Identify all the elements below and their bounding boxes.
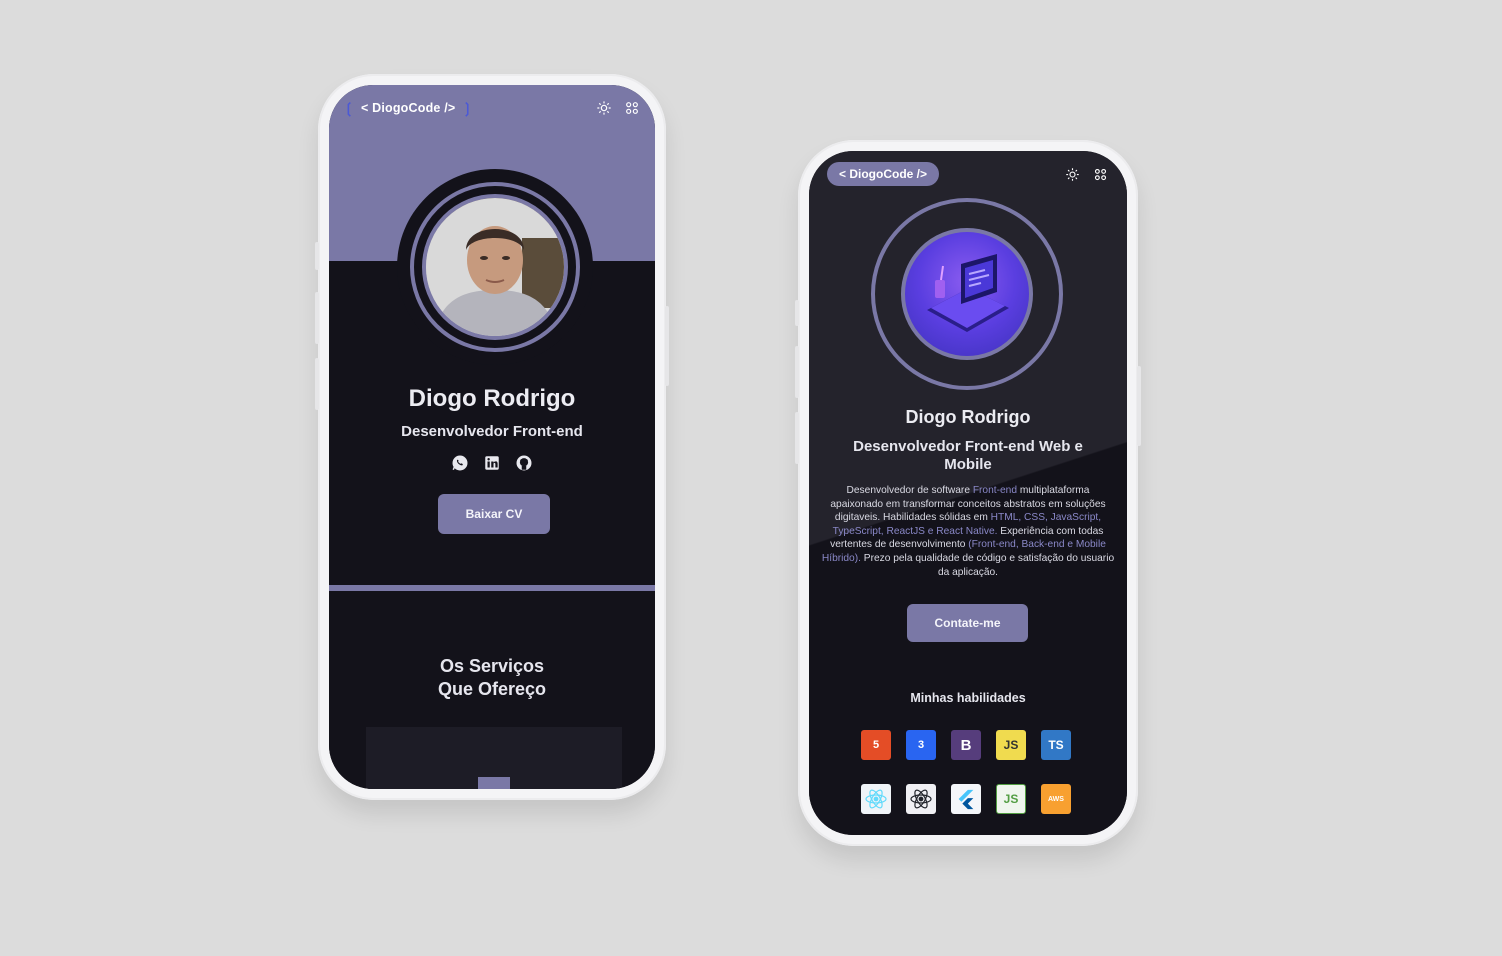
html5-icon: 5	[861, 730, 891, 760]
profile-role-line: Mobile	[944, 456, 992, 473]
flutter-icon	[951, 784, 981, 814]
logo-text: < DiogoCode />	[360, 101, 456, 115]
profile-role: Desenvolvedor Front-end	[401, 423, 583, 440]
sun-icon[interactable]	[595, 99, 613, 117]
whatsapp-icon[interactable]	[451, 454, 469, 472]
avatar	[397, 169, 593, 365]
phone-side-button	[795, 412, 799, 464]
laptop-illustration	[901, 228, 1033, 360]
logo[interactable]: < DiogoCode />	[827, 162, 940, 186]
phone-side-button	[315, 242, 319, 270]
github-icon[interactable]	[515, 454, 533, 472]
header-actions	[1063, 165, 1109, 183]
aws-icon: AWS	[1041, 784, 1071, 814]
services-title-line: Os Serviços	[439, 656, 545, 676]
header-actions	[595, 99, 641, 117]
logo[interactable]: ❲ < DiogoCode /> ❳	[343, 100, 473, 117]
profile-bio: Desenvolvedor de software Front-end mult…	[819, 484, 1117, 579]
nodejs-icon: JS	[996, 784, 1026, 814]
services-title: Os Serviços Que Ofereço	[329, 655, 655, 701]
profile-name: Diogo Rodrigo	[408, 385, 576, 412]
reactjs-icon	[861, 784, 891, 814]
service-card-icon-tab	[478, 777, 510, 789]
download-cv-button[interactable]: Baixar CV	[438, 494, 550, 534]
social-links	[329, 454, 655, 472]
phone-side-button	[1137, 366, 1141, 446]
phone-side-button	[665, 306, 669, 386]
grid-menu-icon[interactable]	[623, 99, 641, 117]
bootstrap-icon: B	[951, 730, 981, 760]
profile-role: Desenvolvedor Front-end Web e Mobile	[809, 438, 1127, 474]
services-title-line: Que Ofereço	[437, 679, 547, 699]
section-divider	[329, 585, 655, 591]
brace-icon: ❲	[343, 99, 355, 116]
bio-highlight: Front-end	[972, 485, 1017, 496]
grid-menu-icon[interactable]	[1091, 165, 1109, 183]
bio-text: Prezo pela qualidade de código e satisfa…	[860, 552, 1115, 578]
phone-side-button	[795, 300, 799, 326]
avatar-ring	[871, 198, 1063, 390]
phone-side-button	[315, 292, 319, 344]
profile-photo	[422, 194, 568, 340]
phone-mockup-right: < DiogoCode /> Diogo Rodrigo Desenvolved…	[795, 140, 1141, 846]
sun-icon[interactable]	[1063, 165, 1081, 183]
phone-mockup-left: ❲ < DiogoCode /> ❳ Diogo Rodrigo Desenvo…	[315, 74, 669, 800]
bio-text: Desenvolvedor de software	[846, 485, 973, 496]
avatar	[871, 198, 1063, 390]
skills-grid: 5 3 B JS TS JS AWS	[861, 730, 1077, 814]
phone-side-button	[795, 346, 799, 398]
header: < DiogoCode />	[809, 151, 1127, 197]
phone-screen: < DiogoCode /> Diogo Rodrigo Desenvolved…	[809, 151, 1127, 835]
profile-name: Diogo Rodrigo	[905, 407, 1031, 427]
javascript-icon: JS	[996, 730, 1026, 760]
brace-icon: ❳	[461, 99, 474, 116]
header: ❲ < DiogoCode /> ❳	[329, 85, 655, 131]
css3-icon: 3	[906, 730, 936, 760]
contact-button[interactable]: Contate-me	[907, 604, 1028, 642]
avatar-ring	[410, 182, 580, 352]
phone-screen: ❲ < DiogoCode /> ❳ Diogo Rodrigo Desenvo…	[329, 85, 655, 789]
typescript-icon: TS	[1041, 730, 1071, 760]
skills-title: Minhas habilidades	[910, 691, 1026, 705]
phone-side-button	[315, 358, 319, 410]
linkedin-icon[interactable]	[483, 454, 501, 472]
react-native-icon	[906, 784, 936, 814]
profile-role-line: Desenvolvedor Front-end Web e	[853, 438, 1083, 455]
